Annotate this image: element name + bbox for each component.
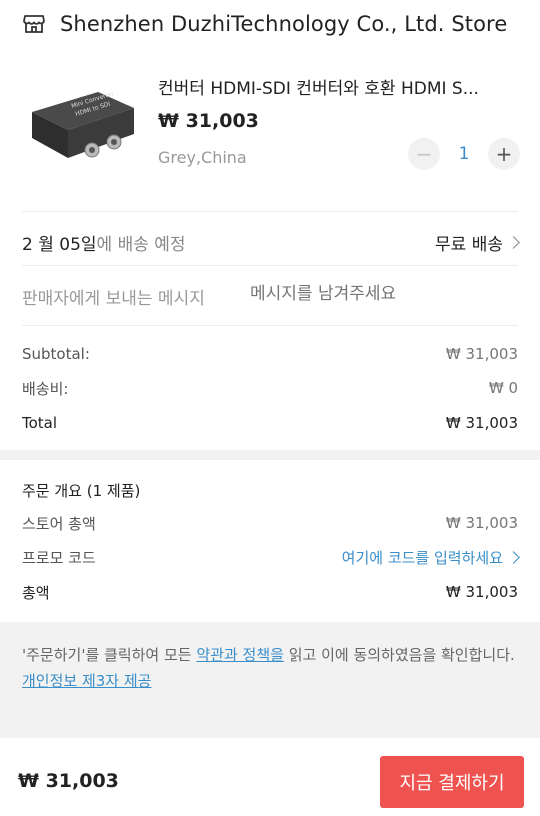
minus-icon: − <box>415 142 433 166</box>
delivery-row[interactable]: 2 월 05일에 배송 예정 무료 배송 <box>22 222 520 262</box>
total-value: ₩ 31,003 <box>445 414 518 432</box>
plus-icon: + <box>495 142 513 166</box>
store-total-row: 스토어 총액 ₩ 31,003 <box>22 511 518 535</box>
shipping-fee-value: ₩ 0 <box>488 379 518 397</box>
total-row: Total ₩ 31,003 <box>22 411 518 435</box>
chevron-right-icon <box>507 235 520 249</box>
chevron-right-icon <box>507 550 520 564</box>
grand-total-value: ₩ 31,003 <box>445 583 518 601</box>
privacy-third-party-link[interactable]: 개인정보 제3자 제공 <box>22 672 151 690</box>
product-image[interactable]: Mini Converter HDMI to SDI <box>26 72 140 186</box>
divider <box>22 265 518 266</box>
order-overview-title: 주문 개요 (1 제품) <box>22 481 141 500</box>
store-header[interactable]: Shenzhen DuzhiTechnology Co., Ltd. Store <box>0 0 540 48</box>
promo-code-label: 프로모 코드 <box>22 548 96 567</box>
total-label: Total <box>22 414 58 432</box>
product-variant[interactable]: Grey,China <box>158 148 247 167</box>
delivery-date: 2 월 05일에 배송 예정 <box>22 230 186 255</box>
promo-code-link[interactable]: 여기에 코드를 입력하세요 <box>341 547 520 568</box>
section-separator <box>0 450 540 460</box>
delivery-date-value: 2 월 05일 <box>22 234 97 255</box>
promo-code-link-label: 여기에 코드를 입력하세요 <box>341 548 503 567</box>
increase-quantity-button[interactable]: + <box>487 138 520 170</box>
seller-message-label: 판매자에게 보내는 메시지 <box>22 288 205 309</box>
quantity-value: 1 <box>458 144 470 164</box>
subtotal-value: ₩ 31,003 <box>445 345 518 363</box>
store-total-label: 스토어 총액 <box>22 514 96 533</box>
store-name[interactable]: Shenzhen DuzhiTechnology Co., Ltd. Store <box>60 12 507 36</box>
store-icon <box>23 15 45 33</box>
subtotal-row: Subtotal: ₩ 31,003 <box>22 342 518 366</box>
product-item: Mini Converter HDMI to SDI 컨버터 HDMI-SDI … <box>0 56 540 206</box>
shipping-option[interactable]: 무료 배송 <box>435 230 520 255</box>
terms-policy-link[interactable]: 약관과 정책을 <box>196 646 284 664</box>
quantity-stepper: − 1 + <box>408 138 520 170</box>
grand-total-label: 총액 <box>22 583 50 602</box>
shipping-option-label: 무료 배송 <box>435 234 503 255</box>
divider <box>22 325 518 326</box>
terms-notice: '주문하기'를 클릭하여 모든 약관과 정책을 읽고 이에 동의하였음을 확인합… <box>0 622 540 738</box>
product-title[interactable]: 컨버터 HDMI-SDI 컨버터와 호환 HDMI S... <box>158 74 518 99</box>
pay-now-button[interactable]: 지금 결제하기 <box>380 756 524 808</box>
decrease-quantity-button[interactable]: − <box>408 138 440 170</box>
promo-code-row[interactable]: 프로모 코드 여기에 코드를 입력하세요 <box>22 545 520 569</box>
store-total-value: ₩ 31,003 <box>445 514 518 532</box>
shipping-fee-label: 배송비: <box>22 379 69 398</box>
delivery-date-suffix: 에 배송 예정 <box>96 234 186 255</box>
subtotal-label: Subtotal: <box>22 345 90 363</box>
grand-total-row: 총액 ₩ 31,003 <box>22 580 518 604</box>
seller-message-input[interactable] <box>250 284 510 304</box>
product-price: ₩ 31,003 <box>158 110 259 132</box>
footer-total: ₩ 31,003 <box>18 770 119 792</box>
terms-text-1: '주문하기'를 클릭하여 모든 <box>22 646 197 664</box>
order-overview-header: 주문 개요 (1 제품) <box>22 478 518 502</box>
terms-text-2: 읽고 이에 동의하였음을 확인합니다. <box>283 646 515 664</box>
divider <box>22 211 518 212</box>
shipping-fee-row: 배송비: ₩ 0 <box>22 376 518 400</box>
